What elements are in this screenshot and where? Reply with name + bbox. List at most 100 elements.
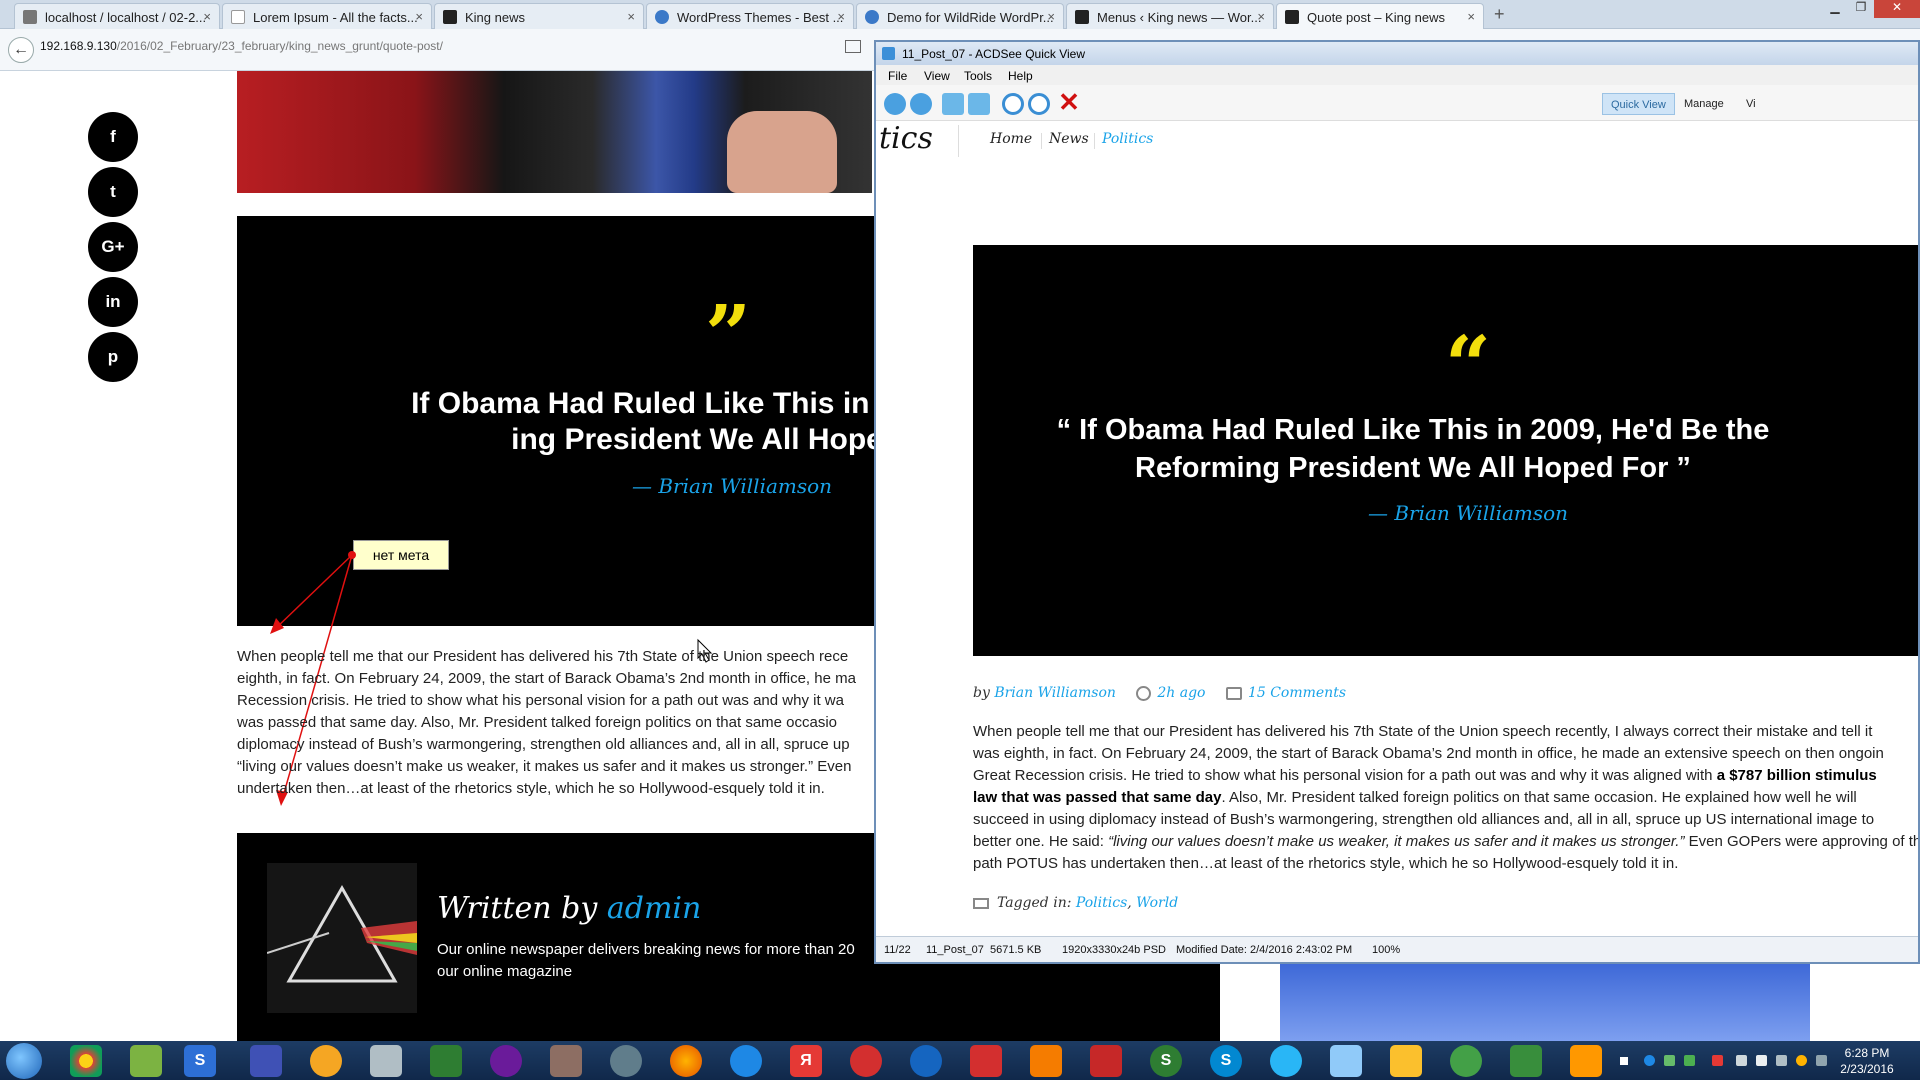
tray-app-icon[interactable]	[1664, 1055, 1675, 1066]
close-tab-icon[interactable]: ×	[203, 9, 211, 24]
skype-app-icon[interactable]: S	[184, 1045, 216, 1077]
filezilla-icon[interactable]	[430, 1045, 462, 1077]
pinterest-share-icon[interactable]: p	[88, 332, 138, 382]
linkedin-share-icon[interactable]: in	[88, 277, 138, 327]
floppy-icon[interactable]	[250, 1045, 282, 1077]
opera-icon[interactable]	[850, 1045, 882, 1077]
pen-icon[interactable]	[1816, 1055, 1827, 1066]
action-center-icon[interactable]	[1736, 1055, 1747, 1066]
url-field[interactable]: 192.168.9.130/2016/02_February/23_februa…	[40, 39, 443, 53]
quote-text: If Obama Had Ruled Like This in 2009, H …	[287, 386, 917, 458]
volume-icon[interactable]	[1756, 1055, 1767, 1066]
maximize-icon[interactable]: ❐	[1848, 0, 1874, 18]
back-button[interactable]: ←	[8, 37, 34, 63]
vivaldi-icon[interactable]	[970, 1045, 1002, 1077]
start-button[interactable]	[6, 1043, 42, 1079]
media-player-icon[interactable]	[490, 1045, 522, 1077]
minimize-icon[interactable]: ▁	[1822, 0, 1848, 18]
glasses-icon[interactable]	[610, 1045, 642, 1077]
chrome-window-icon[interactable]	[1450, 1045, 1482, 1077]
network-icon[interactable]	[1776, 1055, 1787, 1066]
tab-quote-post[interactable]: Quote post – King news ×	[1276, 3, 1484, 29]
hangouts-icon[interactable]	[1510, 1045, 1542, 1077]
menu-help[interactable]: Help	[1008, 69, 1033, 83]
close-tab-icon[interactable]: ×	[837, 9, 845, 24]
notepad-icon[interactable]	[130, 1045, 162, 1077]
menu-file[interactable]: File	[888, 69, 907, 83]
tab-menus[interactable]: Menus ‹ King news — Wor... ×	[1066, 3, 1274, 29]
previous-image-icon[interactable]	[884, 93, 906, 115]
status-modified: Modified Date: 2/4/2016 2:43:02 PM	[1176, 944, 1353, 956]
url-host: 192.168.9.130	[40, 39, 117, 53]
chrome-icon[interactable]	[70, 1045, 102, 1077]
next-image-icon[interactable]	[910, 93, 932, 115]
new-tab-button[interactable]: +	[1494, 4, 1505, 25]
image-viewport: tics Home News Politics “ “ If Obama Had…	[876, 121, 1918, 936]
menu-view[interactable]: View	[924, 69, 950, 83]
firefox-icon[interactable]	[670, 1045, 702, 1077]
tab-wildride-demo[interactable]: Demo for WildRide WordPr... ×	[856, 3, 1064, 29]
acdsee-taskbar-icon[interactable]	[1570, 1045, 1602, 1077]
facebook-share-icon[interactable]: f	[88, 112, 138, 162]
body-line: law that was passed that same day. Also,…	[973, 787, 1918, 809]
quote-author[interactable]: — Brian Williamson	[632, 474, 832, 498]
rotate-right-icon[interactable]	[968, 93, 990, 115]
tray-arrow-icon[interactable]	[1620, 1057, 1628, 1065]
phpmyadmin-icon	[23, 10, 37, 24]
author-avatar	[266, 863, 417, 1013]
clock-time[interactable]: 6:28 PM	[1832, 1046, 1902, 1060]
tab-lorem-ipsum[interactable]: Lorem Ipsum - All the facts... ×	[222, 3, 432, 29]
sublime-icon[interactable]	[550, 1045, 582, 1077]
internet-explorer-icon[interactable]	[730, 1045, 762, 1077]
zoom-out-icon[interactable]	[1028, 93, 1050, 115]
tab-label: Demo for WildRide WordPr...	[887, 10, 1054, 25]
close-tab-icon[interactable]: ×	[415, 9, 423, 24]
bars-app-icon[interactable]	[1030, 1045, 1062, 1077]
tab-manage[interactable]: Manage	[1676, 93, 1732, 115]
tray-network-icon[interactable]	[1684, 1055, 1695, 1066]
clock-date[interactable]: 2/23/2016	[1832, 1062, 1902, 1076]
delete-icon[interactable]: ✕	[1058, 89, 1080, 115]
quote-mark-icon: ”	[705, 287, 752, 381]
king-news-icon	[443, 10, 457, 24]
anydesk-icon[interactable]	[1090, 1045, 1122, 1077]
acdsee-title-bar[interactable]: 11_Post_07 - ACDSee Quick View	[876, 42, 1918, 65]
twitter-share-icon[interactable]: t	[88, 167, 138, 217]
rotate-left-icon[interactable]	[942, 93, 964, 115]
meta-author: Brian Williamson	[994, 685, 1116, 701]
close-window-icon[interactable]: ✕	[1874, 0, 1920, 18]
skype-icon[interactable]: S	[1210, 1045, 1242, 1077]
tab-quick-view[interactable]: Quick View	[1602, 93, 1675, 115]
google-plus-share-icon[interactable]: G+	[88, 222, 138, 272]
wordpress-icon	[865, 10, 879, 24]
tab-localhost[interactable]: localhost / localhost / 02-2... ×	[14, 3, 220, 29]
reader-view-icon[interactable]	[845, 40, 861, 53]
tab-wordpress-themes[interactable]: WordPress Themes - Best ... ×	[646, 3, 854, 29]
tab-label: localhost / localhost / 02-2...	[45, 10, 207, 25]
quote-mark-icon: “	[1445, 318, 1492, 412]
body-italic-span: “living our values doesn’t make us weake…	[1108, 833, 1685, 850]
explorer-folder-icon[interactable]	[1390, 1045, 1422, 1077]
close-tab-icon[interactable]: ×	[1467, 9, 1475, 24]
telegram-icon[interactable]	[1270, 1045, 1302, 1077]
zoom-in-icon[interactable]	[1002, 93, 1024, 115]
close-tab-icon[interactable]: ×	[1047, 9, 1055, 24]
body-text-span: . Also, Mr. President talked foreign pol…	[1221, 789, 1857, 806]
browser-icon[interactable]	[910, 1045, 942, 1077]
tray-app-icon[interactable]	[1644, 1055, 1655, 1066]
author-link[interactable]: admin	[607, 891, 701, 926]
tab-view[interactable]: Vi	[1738, 93, 1764, 115]
avast-icon[interactable]	[310, 1045, 342, 1077]
menu-tools[interactable]: Tools	[964, 69, 992, 83]
language-flag-icon[interactable]	[1712, 1055, 1723, 1066]
close-tab-icon[interactable]: ×	[627, 9, 635, 24]
green-s-app-icon[interactable]: S	[1150, 1045, 1182, 1077]
notes-icon[interactable]	[1330, 1045, 1362, 1077]
article-body-preview: When people tell me that our President h…	[973, 721, 1918, 875]
lorem-ipsum-icon	[231, 10, 245, 24]
tray-app-icon[interactable]	[1796, 1055, 1807, 1066]
tab-king-news[interactable]: King news ×	[434, 3, 644, 29]
calculator-icon[interactable]	[370, 1045, 402, 1077]
close-tab-icon[interactable]: ×	[1257, 9, 1265, 24]
yandex-icon[interactable]: Я	[790, 1045, 822, 1077]
